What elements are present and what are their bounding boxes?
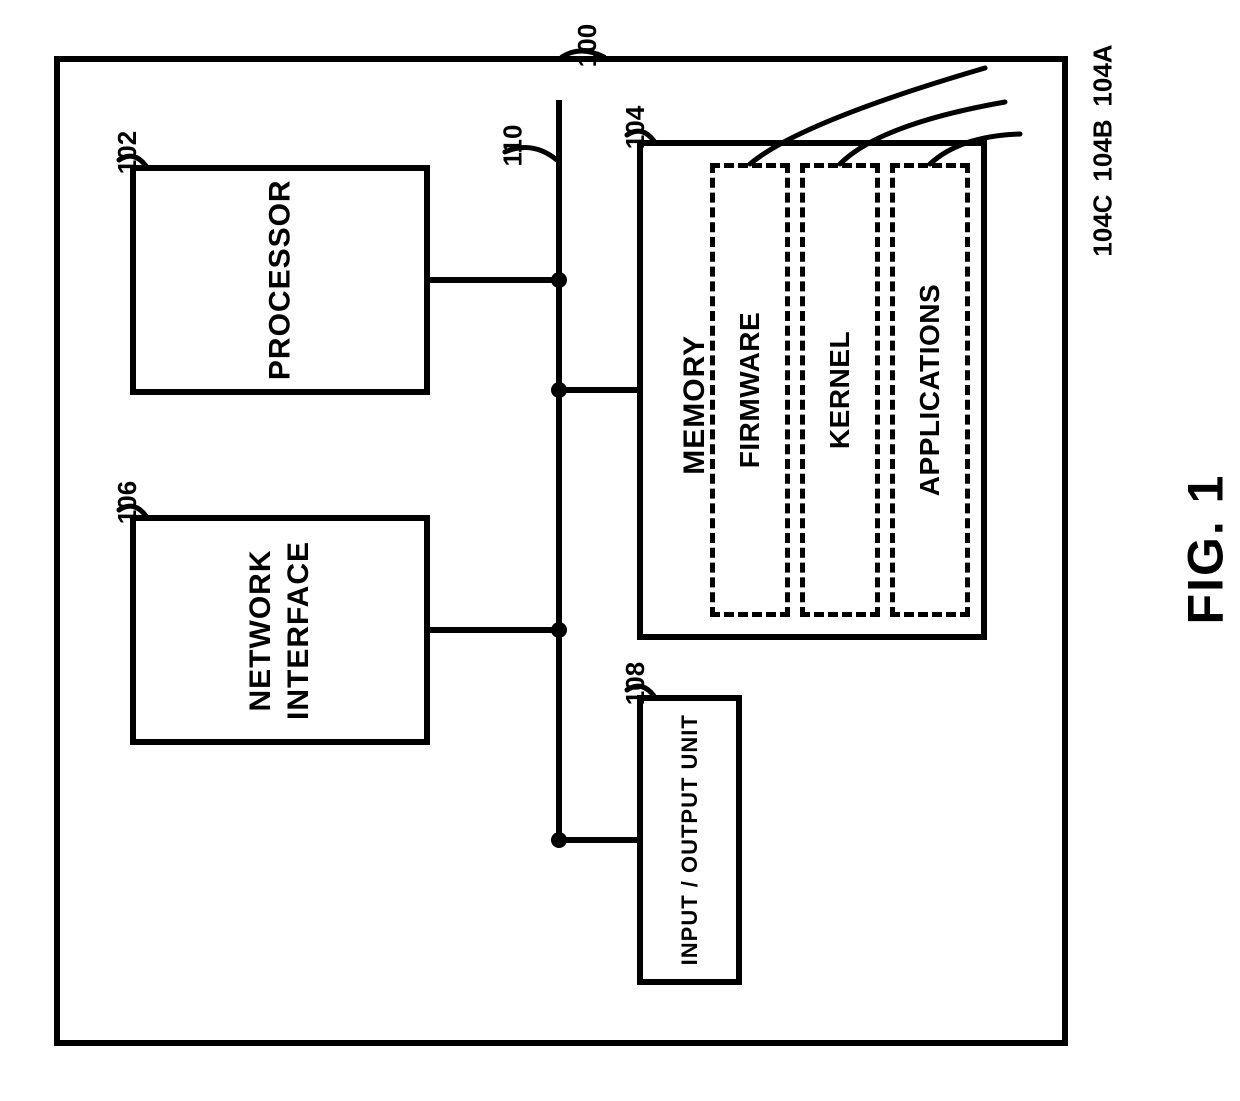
branch-memory	[559, 387, 639, 393]
input-output-unit-label: INPUT / OUTPUT UNIT	[676, 714, 704, 965]
network-interface-block: NETWORK INTERFACE	[130, 515, 430, 745]
firmware-label: FIRMWARE	[734, 312, 766, 468]
network-label-line1: NETWORK	[244, 549, 277, 711]
network-interface-label: NETWORK INTERFACE	[242, 540, 317, 719]
applications-block: APPLICATIONS	[890, 163, 970, 617]
ref-104b: 104B	[1088, 119, 1119, 181]
figure-caption: FIG. 1	[1176, 474, 1234, 625]
lead-106	[116, 500, 156, 530]
branch-processor	[430, 277, 560, 283]
input-output-unit: INPUT / OUTPUT UNIT	[637, 695, 742, 985]
branch-network	[430, 627, 560, 633]
lead-104	[624, 125, 664, 155]
ref-104a: 104A	[1088, 44, 1119, 106]
branch-io	[559, 837, 639, 843]
network-label-line2: INTERFACE	[282, 540, 315, 719]
ref-104c: 104C	[1088, 194, 1119, 256]
lead-108	[624, 680, 664, 710]
lead-102	[116, 150, 156, 180]
lead-104c	[920, 128, 1070, 178]
bus-line	[556, 100, 562, 845]
lead-110	[502, 140, 572, 180]
processor-label: PROCESSOR	[261, 180, 299, 381]
lead-100	[560, 45, 630, 75]
applications-label: APPLICATIONS	[914, 284, 946, 496]
kernel-block: KERNEL	[800, 163, 880, 617]
kernel-label: KERNEL	[824, 331, 856, 449]
firmware-block: FIRMWARE	[710, 163, 790, 617]
processor-block: PROCESSOR	[130, 165, 430, 395]
memory-label: MEMORY	[676, 335, 714, 475]
